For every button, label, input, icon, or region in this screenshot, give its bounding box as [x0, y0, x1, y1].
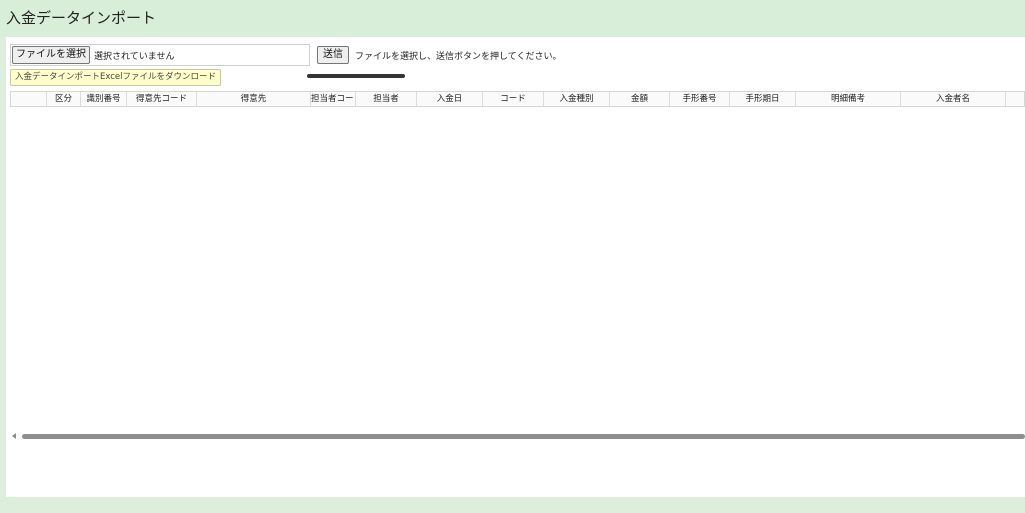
page-title: 入金データインポート [6, 9, 157, 27]
download-excel-link[interactable]: 入金データインポートExcelファイルをダウンロード [10, 69, 222, 86]
column-header-extra[interactable] [1006, 92, 1024, 106]
column-header-bill-due-date[interactable]: 手形期日 [730, 92, 796, 106]
file-status-text: 選択されていません [94, 51, 175, 62]
column-header-staff-code[interactable]: 担当者コード [311, 92, 356, 106]
import-grid: 区分 識別番号 得意先コード 得意先 担当者コード 担当者 入金日 コード 入金… [10, 91, 1025, 107]
scroll-left-arrow-icon[interactable] [12, 433, 16, 439]
grid-header: 区分 識別番号 得意先コード 得意先 担当者コード 担当者 入金日 コード 入金… [11, 92, 1024, 106]
column-header-detail-note[interactable]: 明細備考 [796, 92, 901, 106]
upload-row: ファイルを選択 選択されていません 送信 ファイルを選択し、送信ボタンを押してく… [10, 44, 561, 66]
scroll-thumb[interactable] [22, 434, 1025, 439]
column-header-payer-name[interactable]: 入金者名 [901, 92, 1006, 106]
progress-bar [307, 74, 405, 78]
column-header-payment-type[interactable]: 入金種別 [544, 92, 610, 106]
column-header-payment-date[interactable]: 入金日 [417, 92, 483, 106]
main-panel: ファイルを選択 選択されていません 送信 ファイルを選択し、送信ボタンを押してく… [6, 37, 1025, 497]
send-button[interactable]: 送信 [317, 46, 349, 64]
column-header-customer-code[interactable]: 得意先コード [127, 92, 197, 106]
page-header: 入金データインポート [0, 0, 1025, 37]
column-header-staff[interactable]: 担当者 [356, 92, 417, 106]
column-header-category[interactable]: 区分 [47, 92, 81, 106]
column-header-bill-number[interactable]: 手形番号 [670, 92, 730, 106]
column-header-select[interactable] [11, 92, 47, 106]
column-header-code[interactable]: コード [483, 92, 544, 106]
upload-hint: ファイルを選択し、送信ボタンを押してください。 [355, 51, 562, 62]
choose-file-button[interactable]: ファイルを選択 [12, 46, 90, 64]
column-header-customer[interactable]: 得意先 [197, 92, 311, 106]
column-header-amount[interactable]: 金額 [610, 92, 670, 106]
column-header-id-number[interactable]: 識別番号 [81, 92, 127, 106]
horizontal-scrollbar[interactable] [6, 432, 1025, 442]
file-input[interactable]: ファイルを選択 選択されていません [10, 44, 310, 66]
